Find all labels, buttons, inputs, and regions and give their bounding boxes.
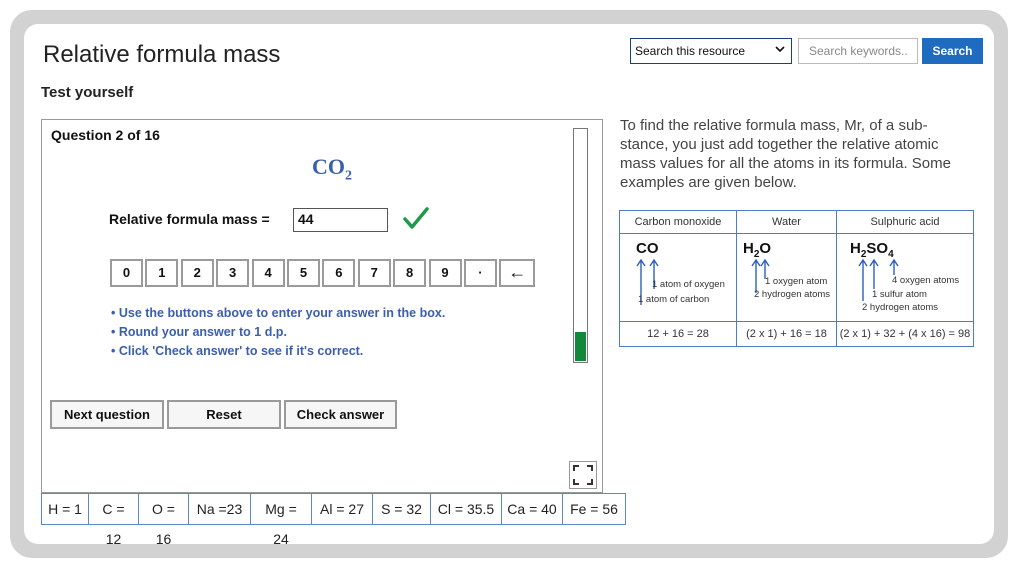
question-formula: CO2 (312, 154, 352, 184)
page-title: Relative formula mass (43, 41, 281, 68)
example-note: 1 sulfur atom (872, 289, 927, 300)
keypad-key[interactable]: 6 (322, 259, 356, 287)
example-heading: Water (737, 211, 836, 234)
example-note: 1 atom of carbon (638, 294, 710, 305)
keypad-key[interactable]: 2 (180, 259, 214, 287)
progress-fill (575, 332, 586, 361)
chevron-down-icon (775, 44, 785, 57)
keypad: 0 1 2 3 4 5 6 7 8 9 · ← (110, 259, 538, 287)
keypad-key[interactable]: 1 (145, 259, 179, 287)
formula-main: CO (312, 154, 345, 179)
keypad-key[interactable]: 0 (110, 259, 143, 287)
keypad-key[interactable]: 7 (357, 259, 391, 287)
atomic-mass-cell: Na =23 (189, 494, 251, 524)
example-note: 1 atom of oxygen (652, 279, 725, 290)
atomic-mass-cell: Cl = 35.5 (431, 494, 502, 524)
formula-subscript: 2 (345, 168, 352, 184)
instruction-line: • Use the buttons above to enter your an… (111, 306, 446, 320)
formula-part: SO (866, 240, 889, 257)
atomic-mass-cell: H = 1 (42, 494, 89, 524)
atomic-mass-cell: O = 16 (139, 494, 189, 547)
example-sulphuric-acid: Sulphuric acid H2SO4 4 oxygen atoms 1 su… (837, 211, 973, 346)
atomic-mass-bar: H = 1C = 12 O = 16 Na =23 Mg = 24 Al = 27 S =… (41, 493, 626, 547)
instruction-line: • Click 'Check answer' to see if it's co… (111, 344, 364, 358)
example-carbon-monoxide: Carbon monoxide CO 1 atom of oxygen 1 at… (620, 211, 736, 346)
check-answer-button[interactable]: Check answer (284, 400, 397, 429)
answer-field[interactable]: 44 (293, 208, 388, 232)
question-counter: Question 2 of 16 (51, 127, 160, 143)
atomic-mass-cell: Al = 27 (312, 494, 373, 524)
keypad-key[interactable]: 8 (393, 259, 427, 287)
example-note: 1 oxygen atom (765, 276, 828, 287)
check-mark-icon (402, 205, 430, 236)
example-note: 2 hydrogen atoms (862, 302, 939, 313)
answer-label: Relative formula mass = (109, 211, 270, 227)
example-note: 4 oxygen atoms (892, 275, 960, 286)
search-button[interactable]: Search (922, 38, 983, 64)
keypad-key[interactable]: · (463, 259, 497, 287)
atomic-mass-cell: Fe = 56 (570, 501, 618, 517)
example-heading: Carbon monoxide (620, 211, 736, 234)
examples-table: Carbon monoxide CO 1 atom of oxygen 1 at… (619, 210, 974, 347)
search-scope-select[interactable]: Search this resource (630, 38, 792, 64)
formula-part: H (850, 240, 861, 257)
intro-text: To find the relative formula mass, Mr, o… (620, 117, 951, 191)
atomic-mass-cell: S = 32 (373, 494, 431, 524)
section-subtitle: Test yourself (41, 84, 134, 101)
atomic-mass-cell: C = 12 (89, 494, 139, 547)
instruction-line: • Round your answer to 1 d.p. (111, 325, 287, 339)
example-water: Water H2O 1 oxygen atom 2 hydrogen atoms… (737, 211, 836, 346)
keypad-key[interactable]: 9 (428, 259, 462, 287)
keypad-key[interactable]: 4 (251, 259, 285, 287)
formula-part: O (759, 240, 772, 257)
keypad-key[interactable]: ← (499, 259, 536, 287)
atomic-mass-cell: Ca = 40 (502, 494, 563, 524)
example-formula: CO (636, 240, 659, 257)
fullscreen-icon[interactable] (569, 461, 597, 489)
search-input[interactable] (798, 38, 918, 64)
atomic-mass-cell: Mg = 24 (251, 494, 312, 547)
example-note: 2 hydrogen atoms (754, 289, 831, 300)
keypad-key[interactable]: 3 (216, 259, 250, 287)
reset-button[interactable]: Reset (167, 400, 281, 429)
example-calculation: (2 x 1) + 16 = 18 (737, 321, 836, 346)
keypad-key[interactable]: 5 (286, 259, 320, 287)
instructions: • Use the buttons above to enter your an… (111, 304, 445, 361)
example-calculation: 12 + 16 = 28 (620, 321, 736, 346)
example-calculation: (2 x 1) + 32 + (4 x 16) = 98 (837, 321, 973, 346)
formula-part: H (743, 240, 754, 257)
progress-bar (573, 128, 588, 363)
search-scope-value: Search this resource (635, 44, 746, 58)
example-heading: Sulphuric acid (837, 211, 973, 234)
next-question-button[interactable]: Next question (50, 400, 164, 429)
